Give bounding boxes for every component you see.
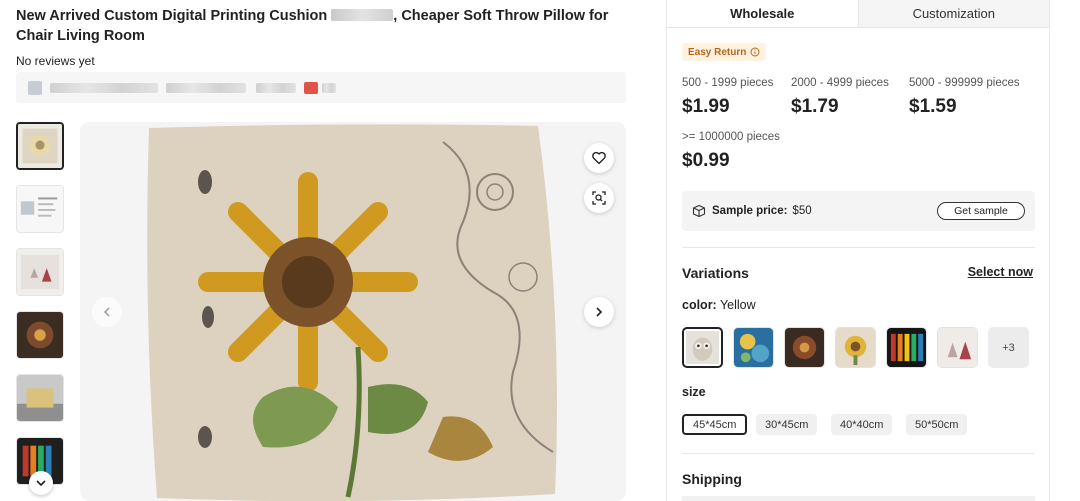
- redacted-supplier-extra: [256, 83, 296, 93]
- variations-title: Variations: [682, 265, 749, 281]
- sample-price-label: Sample price:: [712, 205, 788, 217]
- country-flag-icon: [304, 82, 318, 94]
- thumbnail-1[interactable]: [16, 122, 64, 170]
- price-tier-1: 500 - 1999 pieces $1.99: [682, 77, 773, 118]
- color-label: color:: [682, 298, 717, 312]
- price-tier-2: 2000 - 4999 pieces $1.79: [791, 77, 889, 118]
- tier-range: 2000 - 4999 pieces: [791, 77, 889, 89]
- size-option-50x50[interactable]: 50*50cm: [906, 414, 968, 435]
- box-icon: [692, 204, 706, 218]
- thumbnail-4[interactable]: [16, 311, 64, 359]
- color-swatch-trees[interactable]: [937, 327, 978, 368]
- tier-price: $1.79: [791, 96, 839, 117]
- more-colors-button[interactable]: +3: [988, 327, 1029, 368]
- size-option-40x40[interactable]: 40*40cm: [831, 414, 893, 435]
- chevron-down-icon[interactable]: [29, 471, 53, 495]
- product-title-part1: New Arrived Custom Digital Printing Cush…: [16, 8, 328, 24]
- size-label: size: [682, 385, 706, 399]
- redacted-supplier-info: [166, 83, 246, 93]
- color-swatch-owl[interactable]: [682, 327, 723, 368]
- purchase-panel: Wholesale Customization Easy Return 500 …: [666, 0, 1050, 501]
- color-swatch-dark-pattern[interactable]: [784, 327, 825, 368]
- product-gallery: [80, 122, 626, 501]
- tab-customization[interactable]: Customization: [857, 0, 1049, 28]
- tier-price: $1.99: [682, 96, 730, 117]
- sample-price-value: $50: [792, 205, 812, 217]
- redacted-supplier-name: [50, 83, 158, 93]
- reviews-summary: No reviews yet: [16, 54, 95, 68]
- redacted-brand: [331, 9, 394, 21]
- chevron-right-icon[interactable]: [584, 297, 614, 327]
- easy-return-badge[interactable]: Easy Return: [682, 43, 767, 61]
- tier-range: 500 - 1999 pieces: [682, 77, 774, 89]
- price-tier-4: >= 1000000 pieces $0.99: [682, 131, 780, 172]
- sample-price-box: Sample price: $50 Get sample: [682, 191, 1035, 231]
- color-selection: color: Yellow: [682, 298, 756, 312]
- price-tier-3: 5000 - 999999 pieces $1.59: [909, 77, 1020, 118]
- heart-icon[interactable]: [584, 143, 614, 173]
- tier-range: >= 1000000 pieces: [682, 131, 780, 143]
- tab-wholesale[interactable]: Wholesale: [667, 0, 858, 28]
- tier-price: $1.59: [909, 96, 957, 117]
- thumbnail-list: [16, 122, 66, 500]
- redacted-supplier-tag: [322, 83, 336, 93]
- color-value: Yellow: [719, 298, 756, 312]
- product-main-image: [143, 122, 563, 501]
- thumbnail-2[interactable]: [16, 185, 64, 233]
- shipping-placeholder: [682, 496, 1035, 501]
- supplier-bar[interactable]: [16, 72, 626, 103]
- divider: [682, 247, 1035, 248]
- thumbnail-3[interactable]: [16, 248, 64, 296]
- thumbnail-5[interactable]: [16, 374, 64, 422]
- shipping-title: Shipping: [682, 471, 742, 487]
- size-option-45x45[interactable]: 45*45cm: [682, 414, 748, 435]
- pricing-tabs: Wholesale Customization: [667, 0, 1049, 28]
- tier-range: 5000 - 999999 pieces: [909, 77, 1020, 89]
- info-icon: [750, 47, 760, 57]
- tier-price: $0.99: [682, 150, 730, 171]
- chevron-left-icon[interactable]: [92, 297, 122, 327]
- supplier-logo: [28, 81, 42, 95]
- color-swatch-sunflower[interactable]: [835, 327, 876, 368]
- product-title: New Arrived Custom Digital Printing Cush…: [16, 6, 626, 46]
- size-option-30x45[interactable]: 30*45cm: [756, 414, 818, 435]
- image-search-icon[interactable]: [584, 183, 614, 213]
- color-swatch-flag[interactable]: [886, 327, 927, 368]
- get-sample-button[interactable]: Get sample: [937, 202, 1025, 220]
- color-swatch-blue-floral[interactable]: [733, 327, 774, 368]
- divider: [682, 453, 1035, 454]
- select-now-link[interactable]: Select now: [968, 265, 1033, 279]
- easy-return-label: Easy Return: [688, 46, 747, 58]
